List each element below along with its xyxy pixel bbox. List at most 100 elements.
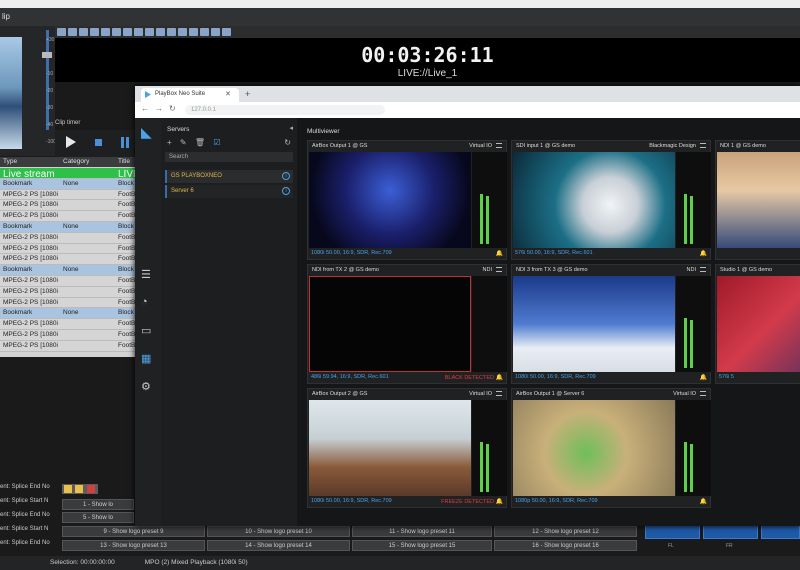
menu-icon[interactable] <box>496 391 502 397</box>
table-row[interactable]: Bookmark None Block <box>0 221 136 233</box>
toolbar-icon[interactable] <box>145 28 154 36</box>
table-row[interactable]: Bookmark None Block <box>0 308 136 320</box>
output-button[interactable] <box>703 524 758 539</box>
video-tile[interactable]: NDI 1 @ GS demo 🔔 <box>715 140 800 260</box>
bell-icon[interactable]: 🔔 <box>496 499 503 505</box>
pause-icon[interactable] <box>121 137 129 148</box>
url-input[interactable]: 127.0.0.1 <box>185 105 385 115</box>
event-item[interactable]: ent: Splice Start N <box>0 523 60 537</box>
preset-button[interactable]: 11 - Show logo preset 11 <box>352 526 492 537</box>
play-icon[interactable] <box>66 136 76 148</box>
menu-icon[interactable] <box>700 391 706 397</box>
info-icon[interactable]: i <box>282 172 290 180</box>
toolbar-icon[interactable] <box>101 28 110 36</box>
table-row[interactable]: MPEG-2 PS [1080i FootB <box>0 243 136 255</box>
forward-icon[interactable]: → <box>155 104 163 113</box>
multiviewer-icon[interactable]: ▦ <box>141 352 151 365</box>
toolbar-icon[interactable] <box>68 28 77 36</box>
toolbar-icon[interactable] <box>134 28 143 36</box>
trash-icon[interactable]: 🗑 <box>195 138 205 147</box>
refresh-icon[interactable]: ↻ <box>284 138 291 147</box>
table-row[interactable]: MPEG-2 PS [1080i FootB <box>0 211 136 222</box>
preset-button[interactable]: 12 - Show logo preset 12 <box>494 526 637 537</box>
video-tile[interactable]: NDI from TX 2 @ GS demo NDI 486i 59.94, 16… <box>307 264 507 384</box>
event-item[interactable]: ent: Splice End No <box>0 509 60 523</box>
delete-icon[interactable] <box>87 485 95 493</box>
bell-icon[interactable]: 🔔 <box>496 375 503 381</box>
volume-meter[interactable]: +30 0 -10 -20 -30 -40 -100 <box>34 30 56 145</box>
preset-button[interactable]: 5 - Show lo <box>62 512 134 523</box>
bell-icon[interactable]: 🔔 <box>496 251 503 257</box>
menu-icon[interactable] <box>700 267 706 273</box>
table-row[interactable]: Bookmark None Block <box>0 265 136 276</box>
table-row[interactable]: MPEG-2 PS [1080i FootB <box>0 329 136 341</box>
table-row[interactable]: MPEG-2 PS [1080i FootB <box>0 286 136 298</box>
preset-button[interactable]: 13 - Show logo preset 13 <box>62 540 205 551</box>
table-row[interactable]: MPEG-2 PS [1080i FootB <box>0 254 136 266</box>
menu-icon[interactable] <box>700 143 706 149</box>
add-icon[interactable]: + <box>167 138 172 147</box>
table-row[interactable]: MPEG-2 PS [1080i FootB <box>0 189 136 201</box>
stop-icon[interactable] <box>95 139 102 146</box>
server-search-input[interactable]: Search <box>165 152 293 162</box>
menu-icon[interactable] <box>496 143 502 149</box>
table-row[interactable]: MPEG-2 PS [1080i FootB <box>0 319 136 330</box>
close-tab-icon[interactable]: ✕ <box>225 90 231 98</box>
preset-button[interactable]: 14 - Show logo preset 14 <box>207 540 350 551</box>
info-icon[interactable]: i <box>282 187 290 195</box>
column-header-category[interactable]: Category <box>60 157 115 167</box>
table-row[interactable]: MPEG-2 PS [1080i FootB <box>0 232 136 244</box>
toolbar-icon[interactable] <box>167 28 176 36</box>
column-header-type[interactable]: Type <box>0 157 60 167</box>
checkbox-icon[interactable]: ☑ <box>213 138 220 147</box>
new-tab-icon[interactable]: + <box>245 89 250 99</box>
toolbar-icon[interactable] <box>211 28 220 36</box>
menu-icon[interactable]: ☰ <box>141 268 151 281</box>
toolbar-icon[interactable] <box>178 28 187 36</box>
server-item[interactable]: Server 6 i <box>165 185 293 198</box>
table-row[interactable]: MPEG-2 PS [1080i FootB <box>0 340 136 352</box>
output-button[interactable] <box>645 524 700 539</box>
video-tile[interactable]: NDI 3 from TX 3 @ GS demo NDI 1080i 50.00,… <box>511 264 711 384</box>
video-tile[interactable]: SDI input 1 @ GS demo Blackmagic Design 57… <box>511 140 711 260</box>
preview-thumbnail[interactable] <box>0 37 22 149</box>
toolbar-icon[interactable] <box>189 28 198 36</box>
table-row[interactable]: MPEG-2 PS [1080i FootB <box>0 275 136 287</box>
star-icon[interactable] <box>64 485 72 493</box>
edit-icon[interactable]: ✎ <box>180 138 187 147</box>
star-icon[interactable] <box>75 485 83 493</box>
table-row[interactable]: MPEG-2 PS [1080i FootB <box>0 297 136 309</box>
reload-icon[interactable]: ↻ <box>169 104 176 113</box>
event-item[interactable]: ent: Splice End No <box>0 481 60 495</box>
event-item[interactable]: ent: Splice End No <box>0 537 60 551</box>
preset-button[interactable]: 9 - Show logo preset 9 <box>62 526 205 537</box>
clock-icon[interactable]: ◔ <box>141 296 148 308</box>
event-item[interactable]: ent: Splice Start N <box>0 495 60 509</box>
menu-icon[interactable] <box>496 267 502 273</box>
toolbar-icon[interactable] <box>79 28 88 36</box>
preset-button[interactable]: 1 - Show lo <box>62 499 134 510</box>
back-icon[interactable]: ← <box>141 104 149 113</box>
video-tile[interactable]: Studio 1 @ GS demo 576i 5 🔔 <box>715 264 800 384</box>
preset-button[interactable]: 15 - Show logo preset 15 <box>352 540 492 551</box>
server-item[interactable]: GS PLAYBOXNEO i <box>165 170 293 183</box>
preset-button[interactable]: 10 - Show logo preset 10 <box>207 526 350 537</box>
toolbar-icon[interactable] <box>57 28 66 36</box>
bell-icon[interactable]: 🔔 <box>700 375 707 381</box>
toolbar-icon[interactable] <box>123 28 132 36</box>
bell-icon[interactable]: 🔔 <box>700 499 707 505</box>
camera-icon[interactable]: ▭ <box>141 324 151 337</box>
bell-icon[interactable]: 🔔 <box>700 251 707 257</box>
table-row[interactable]: Live stream LIVE:// <box>0 168 136 179</box>
video-tile[interactable]: AirBox Output 2 @ GS Virtual IO 1080i 50.0… <box>307 388 507 508</box>
toolbar-icon[interactable] <box>200 28 209 36</box>
table-row[interactable]: MPEG-2 PS [1080i FootB <box>0 200 136 212</box>
output-button[interactable] <box>761 524 800 539</box>
toolbar-icon[interactable] <box>112 28 121 36</box>
preset-button[interactable]: 16 - Show logo preset 16 <box>494 540 637 551</box>
column-header-title[interactable]: Title <box>115 157 136 167</box>
collapse-icon[interactable]: ◂ <box>289 124 293 132</box>
video-tile[interactable]: AirBox Output 1 @ GS Virtual IO 1080i 50.0… <box>307 140 507 260</box>
table-row[interactable]: Bookmark None Block <box>0 178 136 190</box>
toolbar-icon[interactable] <box>156 28 165 36</box>
